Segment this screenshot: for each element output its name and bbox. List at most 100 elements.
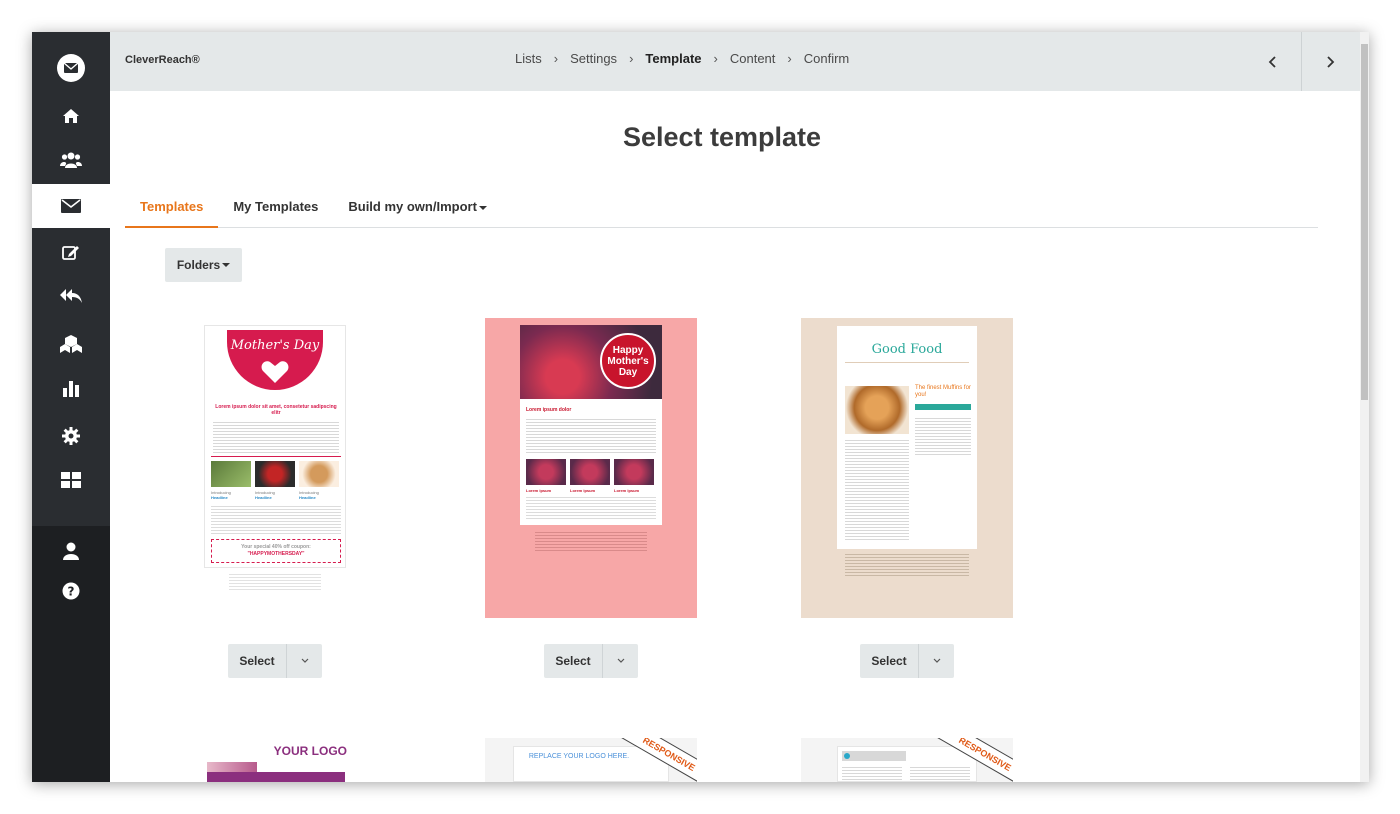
heart-icon xyxy=(261,361,289,383)
preview-photo xyxy=(211,461,251,487)
sidebar-item-recipients[interactable] xyxy=(32,138,110,182)
sidebar-item-settings[interactable] xyxy=(32,414,110,458)
col-headline: Headline xyxy=(255,495,272,500)
breadcrumb-template[interactable]: Template xyxy=(645,51,701,66)
preview-photo xyxy=(614,459,654,485)
sidebar-item-forms[interactable] xyxy=(32,230,110,274)
preview-footer xyxy=(535,530,647,552)
preview-photo xyxy=(255,461,295,487)
sidebar-item-autoresponder[interactable] xyxy=(32,274,110,318)
preview-footer xyxy=(845,552,969,576)
sidebar-item-account[interactable] xyxy=(32,529,110,573)
coupon-code: "HAPPYMOTHERSDAY" xyxy=(247,551,305,557)
tab-label: Templates xyxy=(140,199,204,214)
tab-my-templates[interactable]: My Templates xyxy=(218,190,333,228)
template-preview[interactable]: REPLACE YOUR LOGO HERE. RESPONSIVE xyxy=(485,738,697,782)
sidebar-item-reports[interactable] xyxy=(32,366,110,410)
breadcrumb: Lists › Settings › Template › Content › … xyxy=(515,51,849,66)
bar-chart-icon xyxy=(63,381,79,397)
divider xyxy=(845,362,969,363)
preview-col-label: Introducing Headline xyxy=(211,490,251,500)
preview-text-lines xyxy=(213,420,339,454)
select-options-toggle[interactable] xyxy=(919,644,954,678)
brand-name: CleverReach® xyxy=(125,54,200,66)
tab-label: My Templates xyxy=(233,199,319,214)
template-tabs: Templates My Templates Build my own/Impo… xyxy=(125,190,1318,228)
template-preview[interactable]: RESPONSIVE xyxy=(801,738,1013,782)
folders-button[interactable]: Folders xyxy=(165,248,242,282)
banner-text: REPLACE YOUR LOGO HERE. xyxy=(528,753,630,760)
template-preview[interactable]: Happy Mother's Day Lorem ipsum dolor Lor… xyxy=(485,318,697,618)
caret-down-icon xyxy=(222,263,231,267)
grid-icon xyxy=(61,472,81,488)
tab-label: Build my own/Import xyxy=(348,199,477,214)
template-preview[interactable]: YOUR LOGO xyxy=(169,738,381,782)
edit-icon xyxy=(62,246,79,260)
tab-build-own-import[interactable]: Build my own/Import xyxy=(333,190,502,228)
sidebar: ? xyxy=(32,32,110,782)
select-button[interactable]: Select xyxy=(544,644,603,678)
users-icon xyxy=(60,152,82,168)
chevron-right-icon: › xyxy=(713,51,718,66)
email-preview-page: Mother's Day Lorem ipsum dolor sit amet,… xyxy=(204,325,346,568)
sidebar-logo[interactable] xyxy=(32,46,110,90)
preview-text-lines xyxy=(526,495,656,521)
envelope-logo-icon xyxy=(57,54,85,82)
sidebar-item-integrations[interactable] xyxy=(32,322,110,366)
preview-text-lines xyxy=(915,416,971,456)
preview-col-label: Introducing Headline xyxy=(299,490,339,500)
help-icon: ? xyxy=(62,582,80,600)
chevron-right-icon: › xyxy=(629,51,634,66)
preview-col-label: Introducing Headline xyxy=(255,490,295,500)
banner-text: YOUR LOGO xyxy=(273,744,347,758)
email-preview-page: Happy Mother's Day Lorem ipsum dolor Lor… xyxy=(520,325,662,525)
preview-text-lines xyxy=(842,765,902,781)
select-options-toggle[interactable] xyxy=(287,644,322,678)
email-preview-page xyxy=(837,746,977,782)
preview-photo xyxy=(526,459,566,485)
cubes-icon xyxy=(60,335,82,353)
envelope-icon xyxy=(61,199,81,213)
breadcrumb-confirm[interactable]: Confirm xyxy=(804,51,850,66)
sidebar-item-apps[interactable] xyxy=(32,458,110,502)
sidebar-item-mailings[interactable] xyxy=(32,184,110,228)
svg-text:?: ? xyxy=(68,585,75,599)
caret-down-icon xyxy=(478,205,487,210)
divider xyxy=(211,456,341,457)
user-icon xyxy=(63,542,79,560)
template-preview[interactable]: Mother's Day Lorem ipsum dolor sit amet,… xyxy=(169,318,381,618)
preview-cta xyxy=(915,404,971,410)
email-preview-page: Good Food The finest Muffins for you! xyxy=(837,326,977,549)
preview-headline: Lorem ipsum dolor sit amet, consetetur s… xyxy=(215,404,337,416)
breadcrumb-lists[interactable]: Lists xyxy=(515,51,542,66)
template-preview[interactable]: Good Food The finest Muffins for you! xyxy=(801,318,1013,618)
preview-footer xyxy=(229,572,321,590)
preview-text-lines xyxy=(211,504,341,534)
banner-text: Mother's Day xyxy=(230,338,320,353)
preview-text-lines xyxy=(526,417,656,453)
banner-text: Good Food xyxy=(871,342,943,357)
breadcrumb-content[interactable]: Content xyxy=(730,51,776,66)
gear-icon xyxy=(62,427,80,445)
sidebar-item-home[interactable] xyxy=(32,94,110,138)
preview-headline: Lorem ipsum dolor xyxy=(526,407,572,413)
preview-photo xyxy=(570,459,610,485)
chevron-left-icon xyxy=(1268,55,1276,68)
chevron-right-icon xyxy=(1327,55,1335,68)
page-title: Select template xyxy=(622,122,822,152)
select-button[interactable]: Select xyxy=(860,644,919,678)
chevron-right-icon: › xyxy=(787,51,792,66)
tab-templates[interactable]: Templates xyxy=(125,190,219,228)
select-button-group: Select xyxy=(544,644,638,678)
preview-logo xyxy=(844,753,850,759)
previous-step-button[interactable] xyxy=(1244,32,1301,91)
sidebar-item-help[interactable]: ? xyxy=(32,569,110,613)
select-button[interactable]: Select xyxy=(228,644,287,678)
scrollbar-thumb[interactable] xyxy=(1361,44,1368,400)
vertical-scrollbar[interactable] xyxy=(1360,32,1369,782)
breadcrumb-settings[interactable]: Settings xyxy=(570,51,617,66)
chevron-right-icon: › xyxy=(553,51,559,66)
select-options-toggle[interactable] xyxy=(603,644,638,678)
next-step-button[interactable] xyxy=(1301,32,1358,91)
select-button-group: Select xyxy=(228,644,322,678)
